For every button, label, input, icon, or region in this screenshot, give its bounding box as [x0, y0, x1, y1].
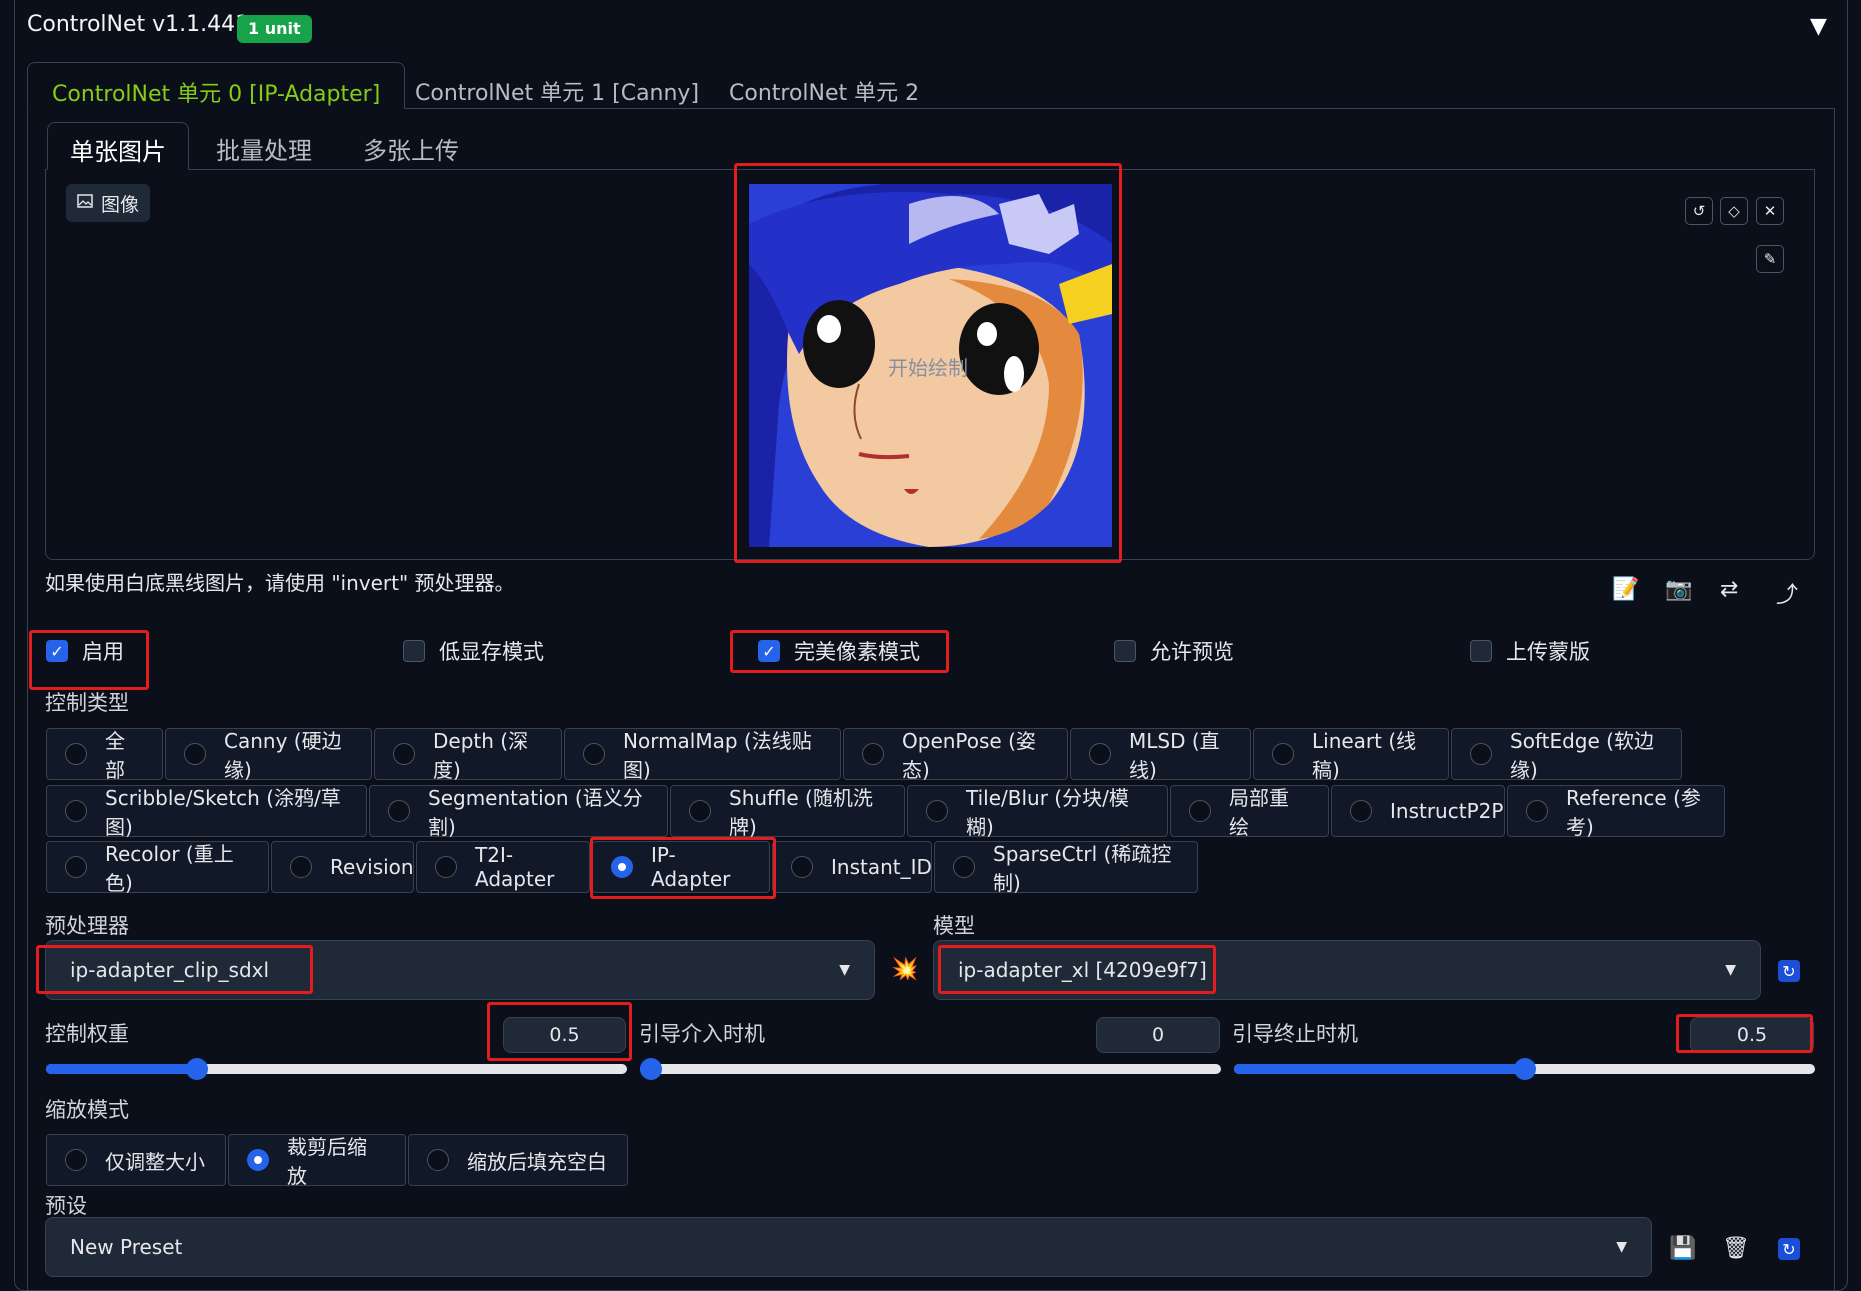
panel-title: ControlNet v1.1.441 — [27, 12, 250, 37]
model-label: 模型 — [933, 914, 975, 938]
send-icon[interactable]: ⤴ — [1776, 577, 1798, 609]
control-type-option[interactable]: Shuffle (随机洗牌) — [670, 785, 905, 839]
control-type-option[interactable]: SoftEdge (软边缘) — [1451, 728, 1682, 782]
chevron-down-icon: ▼ — [839, 962, 850, 978]
control-type-option[interactable]: Reference (参考) — [1507, 785, 1725, 839]
control-type-option[interactable]: Tile/Blur (分块/模糊) — [907, 785, 1168, 839]
collapse-icon[interactable]: ▼ — [1810, 14, 1827, 39]
end-label: 引导终止时机 — [1232, 1022, 1358, 1046]
preprocessor-label: 预处理器 — [45, 914, 129, 938]
tab-unit-2[interactable]: ControlNet 单元 2 — [705, 62, 943, 109]
refresh-models-icon[interactable]: ↻ — [1778, 960, 1800, 982]
tab-multi-upload[interactable]: 多张上传 — [341, 122, 481, 170]
image-icon — [77, 192, 93, 214]
slider-thumb[interactable] — [640, 1058, 662, 1080]
resize-option[interactable]: 缩放后填充空白 — [408, 1134, 628, 1186]
control-type-option[interactable]: Lineart (线稿) — [1253, 728, 1449, 782]
resize-option[interactable]: 仅调整大小 — [46, 1134, 226, 1186]
undo-icon[interactable]: ↺ — [1685, 197, 1713, 225]
weight-label: 控制权重 — [45, 1022, 129, 1046]
preset-label: 预设 — [45, 1194, 87, 1218]
control-type-option[interactable]: Segmentation (语义分割) — [369, 785, 668, 839]
control-type-label: 控制类型 — [45, 691, 129, 715]
tab-single-image[interactable]: 单张图片 — [47, 122, 189, 170]
brush-icon[interactable]: ✎ — [1756, 245, 1784, 273]
tab-unit-0[interactable]: ControlNet 单元 0 [IP-Adapter] — [27, 62, 406, 109]
checkbox-allow-preview[interactable]: 允许预览 — [1114, 636, 1234, 666]
canvas-hint: 开始绘制 — [888, 356, 968, 380]
control-type-option[interactable]: MLSD (直线) — [1070, 728, 1251, 782]
checkbox-upload-mask[interactable]: 上传蒙版 — [1470, 636, 1590, 666]
camera-icon[interactable]: 📷 — [1665, 577, 1692, 602]
weight-input[interactable]: 0.5 — [503, 1017, 626, 1053]
control-type-option[interactable]: Depth (深度) — [374, 728, 562, 782]
invert-hint: 如果使用白底黑线图片，请使用 "invert" 预处理器。 — [45, 571, 515, 595]
checkbox-pixel-perfect[interactable]: ✓ 完美像素模式 — [758, 636, 920, 666]
check-icon: ✓ — [758, 640, 780, 662]
control-type-option[interactable]: T2I-Adapter — [416, 841, 590, 893]
swap-icon[interactable]: ⇄ — [1720, 577, 1738, 602]
end-input[interactable]: 0.5 — [1690, 1017, 1814, 1053]
notepad-icon[interactable]: 📝 — [1612, 577, 1639, 602]
start-input[interactable]: 0 — [1096, 1017, 1220, 1053]
refresh-preset-icon[interactable]: ↻ — [1778, 1238, 1800, 1260]
resize-option-selected[interactable]: 裁剪后缩放 — [228, 1134, 406, 1188]
control-type-option-selected[interactable]: IP-Adapter — [592, 841, 770, 893]
control-type-option[interactable]: 局部重绘 — [1170, 785, 1329, 839]
control-type-option[interactable]: NormalMap (法线贴图) — [564, 728, 841, 782]
image-label-text: 图像 — [101, 193, 140, 216]
check-icon: ✓ — [46, 640, 68, 662]
chevron-down-icon: ▼ — [1725, 962, 1736, 978]
resize-mode-label: 缩放模式 — [45, 1098, 129, 1122]
save-icon[interactable]: 💾 — [1669, 1236, 1696, 1261]
unit-count-badge: 1 unit — [237, 15, 312, 43]
control-type-option[interactable]: Instant_ID — [772, 841, 932, 893]
chevron-down-icon: ▼ — [1616, 1239, 1627, 1255]
run-preprocessor-icon[interactable]: 💥 — [891, 957, 918, 982]
control-type-option[interactable]: SparseCtrl (稀疏控制) — [934, 841, 1198, 895]
slider-thumb[interactable] — [1513, 1058, 1536, 1080]
start-slider[interactable] — [640, 1058, 1221, 1080]
control-type-option[interactable]: InstructP2P — [1331, 785, 1505, 837]
slider-thumb[interactable] — [186, 1058, 209, 1080]
start-label: 引导介入时机 — [639, 1022, 765, 1046]
control-type-option[interactable]: 全部 — [46, 728, 163, 782]
tab-unit-1[interactable]: ControlNet 单元 1 [Canny] — [391, 62, 723, 109]
eraser-icon[interactable]: ◇ — [1720, 197, 1748, 225]
control-type-option[interactable]: Revision — [271, 841, 414, 893]
preset-dropdown[interactable]: New Preset ▼ — [45, 1217, 1652, 1277]
model-dropdown[interactable]: ip-adapter_xl [4209e9f7] ▼ — [933, 940, 1761, 1000]
checkbox-low-vram[interactable]: 低显存模式 — [403, 636, 544, 666]
tab-batch[interactable]: 批量处理 — [194, 122, 334, 170]
preprocessor-dropdown[interactable]: ip-adapter_clip_sdxl ▼ — [45, 940, 875, 1000]
control-type-option[interactable]: Canny (硬边缘) — [165, 728, 372, 782]
end-slider[interactable] — [1234, 1058, 1815, 1080]
control-type-option[interactable]: Recolor (重上色) — [46, 841, 269, 895]
image-label: 图像 — [66, 184, 151, 222]
control-type-option[interactable]: OpenPose (姿态) — [843, 728, 1068, 782]
weight-slider[interactable] — [46, 1058, 627, 1080]
close-icon[interactable]: ✕ — [1756, 197, 1784, 225]
checkbox-enable[interactable]: ✓ 启用 — [46, 636, 124, 666]
trash-icon[interactable]: 🗑 — [1722, 1236, 1750, 1261]
control-type-option[interactable]: Scribble/Sketch (涂鸦/草图) — [46, 785, 367, 839]
